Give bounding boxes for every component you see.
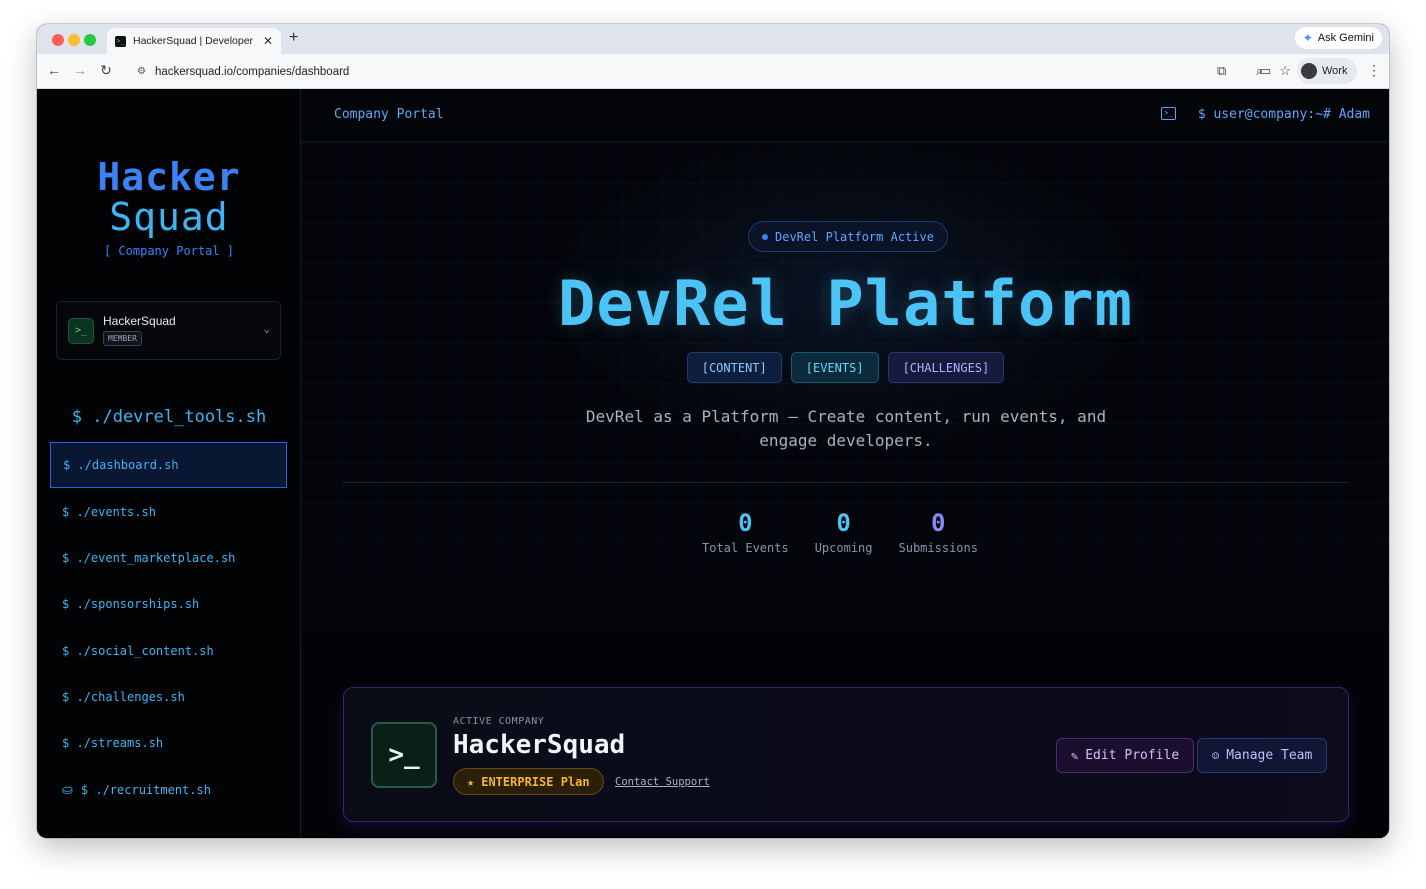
page-title: Company Portal (334, 107, 444, 122)
hero-title: DevRel Platform (558, 267, 1133, 340)
sidebar-item-label: $ ./recruitment.sh (80, 783, 211, 797)
stat-upcoming: 0 Upcoming (815, 509, 873, 555)
company-eyebrow: ACTIVE COMPANY (453, 716, 545, 727)
browser-tab[interactable]: >_ HackerSquad | Developer Eco ✕ (107, 28, 281, 54)
stats-row: 0 Total Events 0 Upcoming 0 Submissions (702, 509, 978, 555)
site-info-icon[interactable]: ⚙ (137, 66, 146, 77)
avatar (1301, 63, 1317, 79)
edit-icon: ✎ (1071, 748, 1079, 763)
cast-icon[interactable]: ▭ (1259, 63, 1271, 79)
logo-line-2[interactable]: Squad (37, 195, 301, 239)
sidebar-item-challenges[interactable]: $ ./challenges.sh (50, 674, 287, 720)
manage-team-button[interactable]: ☺ Manage Team (1197, 738, 1328, 773)
ask-gemini-label: Ask Gemini (1317, 32, 1374, 44)
sidebar-item-social-content[interactable]: $ ./social_content.sh (50, 628, 287, 674)
stat-value: 0 (836, 509, 851, 537)
edit-profile-button[interactable]: ✎ Edit Profile (1056, 738, 1195, 773)
sidebar-item-label: $ ./social_content.sh (62, 644, 214, 658)
sidebar-item-event-marketplace[interactable]: $ ./event_marketplace.sh (50, 535, 287, 581)
status-dot-icon (762, 233, 768, 240)
terminal-icon: >_ (371, 722, 437, 788)
app-root: Hacker Squad [ Company Portal ] >_ Hacke… (37, 89, 1389, 838)
stat-value: 0 (931, 509, 946, 537)
main-content: DevRel Platform Active DevRel Platform [… (302, 143, 1389, 838)
user-menu[interactable]: $ user@company:~# Adam (1198, 107, 1370, 122)
close-window-button[interactable] (52, 34, 64, 46)
maximize-window-button[interactable] (84, 34, 96, 46)
sidebar-item-events[interactable]: $ ./events.sh (50, 489, 287, 535)
active-company-card: >_ ACTIVE COMPANY HackerSquad ★ ENTERPRI… (343, 687, 1349, 822)
contact-support-link[interactable]: Contact Support (615, 776, 710, 788)
plan-label: ENTERPRISE Plan (481, 774, 590, 789)
sidebar-item-label: $ ./event_marketplace.sh (62, 551, 236, 565)
tab-bar: >_ HackerSquad | Developer Eco ✕ + ✦ Ask… (37, 24, 1389, 54)
stat-label: Upcoming (814, 541, 873, 555)
stat-submissions: 0 Submissions (899, 509, 978, 555)
sidebar-item-streams[interactable]: $ ./streams.sh (50, 720, 287, 766)
user-icon: ☺ (1212, 748, 1220, 763)
company-name: HackerSquad (453, 730, 626, 760)
back-arrow-icon[interactable]: ← (45, 62, 63, 78)
terminal-icon[interactable]: >_ (1161, 107, 1176, 120)
status-badge: DevRel Platform Active (748, 221, 948, 252)
stat-label: Submissions (898, 541, 978, 555)
profile-label: Work (1322, 65, 1348, 77)
address-bar[interactable]: ⚙ hackersquad.io/companies/dashboard ⌕ ☆ (127, 58, 1291, 85)
hero-description: DevRel as a Platform — Create content, r… (585, 407, 1107, 450)
terminal-favicon-icon: >_ (115, 35, 126, 47)
star-icon: ★ (467, 774, 475, 789)
topbar: Company Portal >_ $ user@company:~# Adam (301, 89, 1389, 142)
reload-icon[interactable]: ↻ (97, 62, 115, 79)
role-badge: MEMBER (103, 331, 142, 346)
tag-events: [EVENTS] (790, 352, 879, 383)
tag-content: [CONTENT] (686, 352, 782, 383)
minimize-window-button[interactable] (68, 34, 80, 46)
sidebar-item-label: $ ./challenges.sh (62, 690, 185, 704)
close-tab-icon[interactable]: ✕ (263, 34, 273, 48)
browser-menu-icon[interactable]: ⋮ (1367, 62, 1381, 79)
sidebar-item-label: $ ./events.sh (62, 505, 156, 519)
edit-profile-label: Edit Profile (1085, 748, 1180, 763)
new-tab-button[interactable]: + (289, 29, 298, 47)
tab-title: HackerSquad | Developer Eco (133, 35, 256, 47)
sidebar-item-label: $ ./sponsorships.sh (62, 597, 200, 611)
stat-label: Total Events (702, 541, 789, 555)
logo-line-1[interactable]: Hacker (37, 155, 301, 199)
url-text[interactable]: hackersquad.io/companies/dashboard (155, 66, 349, 78)
sidebar-item-dashboard[interactable]: $ ./dashboard.sh (50, 442, 287, 488)
profile-button[interactable]: Work (1297, 58, 1357, 84)
divider (343, 482, 1349, 483)
sidebar-item-label: $ ./dashboard.sh (63, 458, 179, 472)
sidebar-item-label: $ ./streams.sh (62, 736, 164, 750)
stat-total-events: 0 Total Events (702, 509, 789, 555)
chevron-down-icon: ⌄ (263, 322, 270, 335)
browser-window: >_ HackerSquad | Developer Eco ✕ + ✦ Ask… (37, 24, 1389, 838)
sidebar: Hacker Squad [ Company Portal ] >_ Hacke… (37, 89, 301, 838)
briefcase-icon: ⛀ (62, 782, 73, 798)
ask-gemini-button[interactable]: ✦ Ask Gemini (1294, 27, 1382, 49)
logo-subtitle: [ Company Portal ] (103, 244, 235, 258)
plan-badge: ★ ENTERPRISE Plan (453, 768, 604, 795)
sidebar-item-recruitment[interactable]: ⛀ $ ./recruitment.sh (50, 767, 287, 813)
terminal-icon: >_ (68, 318, 94, 344)
tag-challenges: [CHALLENGES] (887, 352, 1005, 383)
nav-title: $ ./devrel_tools.sh (71, 407, 267, 427)
browser-toolbar: ← → ↻ ⚙ hackersquad.io/companies/dashboa… (37, 54, 1389, 89)
stat-value: 0 (738, 509, 753, 537)
sidebar-item-sponsorships[interactable]: $ ./sponsorships.sh (50, 581, 287, 627)
feature-tags: [CONTENT] [EVENTS] [CHALLENGES] (302, 352, 1389, 383)
extensions-icon[interactable]: ⧉ (1217, 63, 1226, 79)
manage-team-label: Manage Team (1226, 748, 1313, 763)
gemini-sparkle-icon: ✦ (1302, 31, 1313, 45)
status-text: DevRel Platform Active (775, 229, 934, 244)
org-name: HackerSquad (103, 314, 176, 328)
forward-arrow-icon[interactable]: → (71, 62, 89, 78)
org-switcher[interactable]: >_ HackerSquad MEMBER ⌄ (56, 301, 281, 360)
bookmark-star-icon[interactable]: ☆ (1279, 63, 1291, 79)
